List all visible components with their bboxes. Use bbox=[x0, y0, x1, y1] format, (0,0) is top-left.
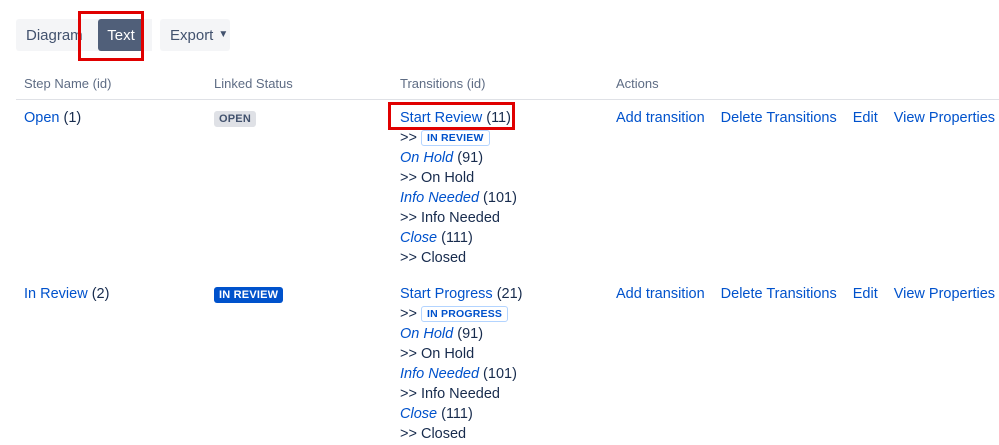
highlight-start-review bbox=[388, 102, 515, 130]
target-status: On Hold bbox=[420, 346, 475, 362]
add-transition-link[interactable]: Add transition bbox=[616, 284, 705, 304]
linked-status: OPEN bbox=[214, 108, 256, 128]
arrow-prefix: >> bbox=[400, 426, 417, 442]
edit-link[interactable]: Edit bbox=[853, 284, 878, 304]
export-dropdown-button[interactable]: Export ▼ bbox=[160, 19, 230, 51]
table-row-step: Open (1) bbox=[24, 108, 81, 128]
header-divider bbox=[16, 99, 999, 100]
status-lozenge: IN REVIEW bbox=[214, 287, 284, 303]
transition-id: (91) bbox=[457, 326, 484, 342]
chevron-down-icon: ▼ bbox=[218, 28, 229, 40]
transition-link[interactable]: On Hold bbox=[400, 326, 453, 342]
transition-id: (21) bbox=[496, 286, 523, 302]
arrow-prefix: >> bbox=[400, 210, 417, 226]
header-transitions: Transitions (id) bbox=[400, 76, 486, 91]
target-status: Info Needed bbox=[420, 210, 500, 226]
add-transition-link[interactable]: Add transition bbox=[616, 108, 705, 128]
arrow-prefix: >> bbox=[400, 386, 417, 402]
view-properties-link[interactable]: View Properties bbox=[894, 284, 995, 304]
table-row-step: In Review (2) bbox=[24, 284, 109, 304]
transition-id: (111) bbox=[441, 406, 473, 422]
row-actions: Add transition Delete Transitions Edit V… bbox=[616, 284, 995, 304]
view-properties-link[interactable]: View Properties bbox=[894, 108, 995, 128]
row-actions: Add transition Delete Transitions Edit V… bbox=[616, 108, 995, 128]
transition-link[interactable]: Close bbox=[400, 406, 437, 422]
header-linked-status: Linked Status bbox=[214, 76, 293, 91]
transition-id: (101) bbox=[483, 190, 517, 206]
header-actions: Actions bbox=[616, 76, 659, 91]
transition-link[interactable]: Info Needed bbox=[400, 190, 479, 206]
step-name-link[interactable]: Open bbox=[24, 110, 59, 126]
arrow-prefix: >> bbox=[400, 130, 417, 146]
arrow-prefix: >> bbox=[400, 306, 417, 322]
target-status: Closed bbox=[420, 250, 467, 266]
highlight-text-button bbox=[78, 11, 144, 61]
header-step-name: Step Name (id) bbox=[24, 76, 112, 91]
transition-link[interactable]: Close bbox=[400, 230, 437, 246]
delete-transitions-link[interactable]: Delete Transitions bbox=[721, 284, 837, 304]
transition-link[interactable]: Start Progress bbox=[400, 286, 493, 302]
transition-id: (111) bbox=[441, 230, 473, 246]
transition-link[interactable]: Info Needed bbox=[400, 366, 479, 382]
target-status: On Hold bbox=[420, 170, 475, 186]
transition-id: (91) bbox=[457, 150, 484, 166]
linked-status: IN REVIEW bbox=[214, 284, 284, 304]
transitions-list: Start Progress (21) >> IN PROGRESS On Ho… bbox=[400, 284, 523, 444]
transitions-list: Start Review (11) >> IN REVIEW On Hold (… bbox=[400, 108, 517, 268]
arrow-prefix: >> bbox=[400, 250, 417, 266]
arrow-prefix: >> bbox=[400, 170, 417, 186]
step-id: (2) bbox=[91, 286, 110, 302]
transition-id: (101) bbox=[483, 366, 517, 382]
target-status-lozenge: IN REVIEW bbox=[420, 130, 490, 146]
export-label: Export bbox=[170, 26, 214, 44]
delete-transitions-link[interactable]: Delete Transitions bbox=[721, 108, 837, 128]
arrow-prefix: >> bbox=[400, 346, 417, 362]
target-status: Closed bbox=[420, 426, 467, 442]
edit-link[interactable]: Edit bbox=[853, 108, 878, 128]
target-status: Info Needed bbox=[420, 386, 500, 402]
step-id: (1) bbox=[63, 110, 82, 126]
step-name-link[interactable]: In Review bbox=[24, 286, 88, 302]
transition-link[interactable]: On Hold bbox=[400, 150, 453, 166]
status-lozenge: OPEN bbox=[214, 111, 256, 127]
target-status-lozenge: IN PROGRESS bbox=[420, 306, 509, 322]
